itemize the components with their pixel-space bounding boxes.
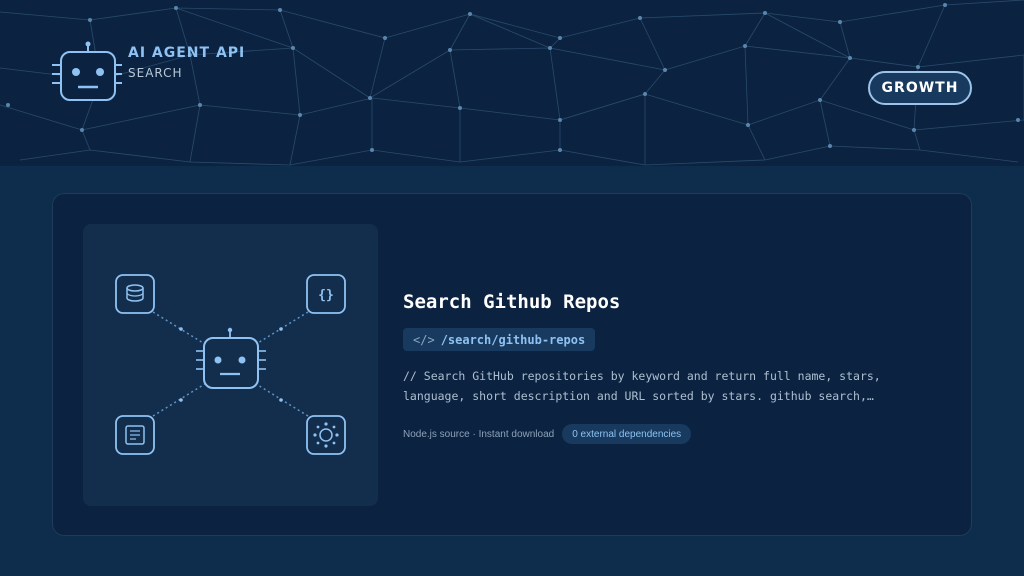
meta-row: Node.js source · Instant download 0 exte… — [403, 424, 692, 444]
brand-title: AI AGENT API — [128, 45, 246, 61]
code-braces-icon: {} — [306, 274, 346, 314]
brand-subtitle: SEARCH — [128, 66, 183, 80]
meta-text: Node.js source · Instant download — [403, 428, 555, 440]
api-card[interactable]: {} Search Github Repos </> /search/githu… — [52, 193, 972, 536]
svg-text:{}: {} — [318, 288, 334, 303]
endpoint-badge: </> /search/github-repos — [403, 328, 596, 351]
robot-icon — [52, 41, 122, 101]
network-hub-icon — [306, 415, 346, 455]
header-banner: AI AGENT API SEARCH GROWTH — [0, 0, 1024, 166]
document-icon — [115, 415, 155, 455]
endpoint-path: /search/github-repos — [440, 332, 586, 347]
dependencies-badge: 0 external dependencies — [562, 424, 692, 444]
growth-button[interactable]: GROWTH — [868, 71, 972, 105]
api-illustration: {} — [83, 224, 378, 506]
api-description: // Search GitHub repositories by keyword… — [403, 369, 881, 403]
database-icon — [115, 274, 155, 314]
robot-icon — [196, 327, 266, 389]
api-title: Search Github Repos — [403, 291, 621, 313]
code-icon: </> — [413, 332, 435, 347]
